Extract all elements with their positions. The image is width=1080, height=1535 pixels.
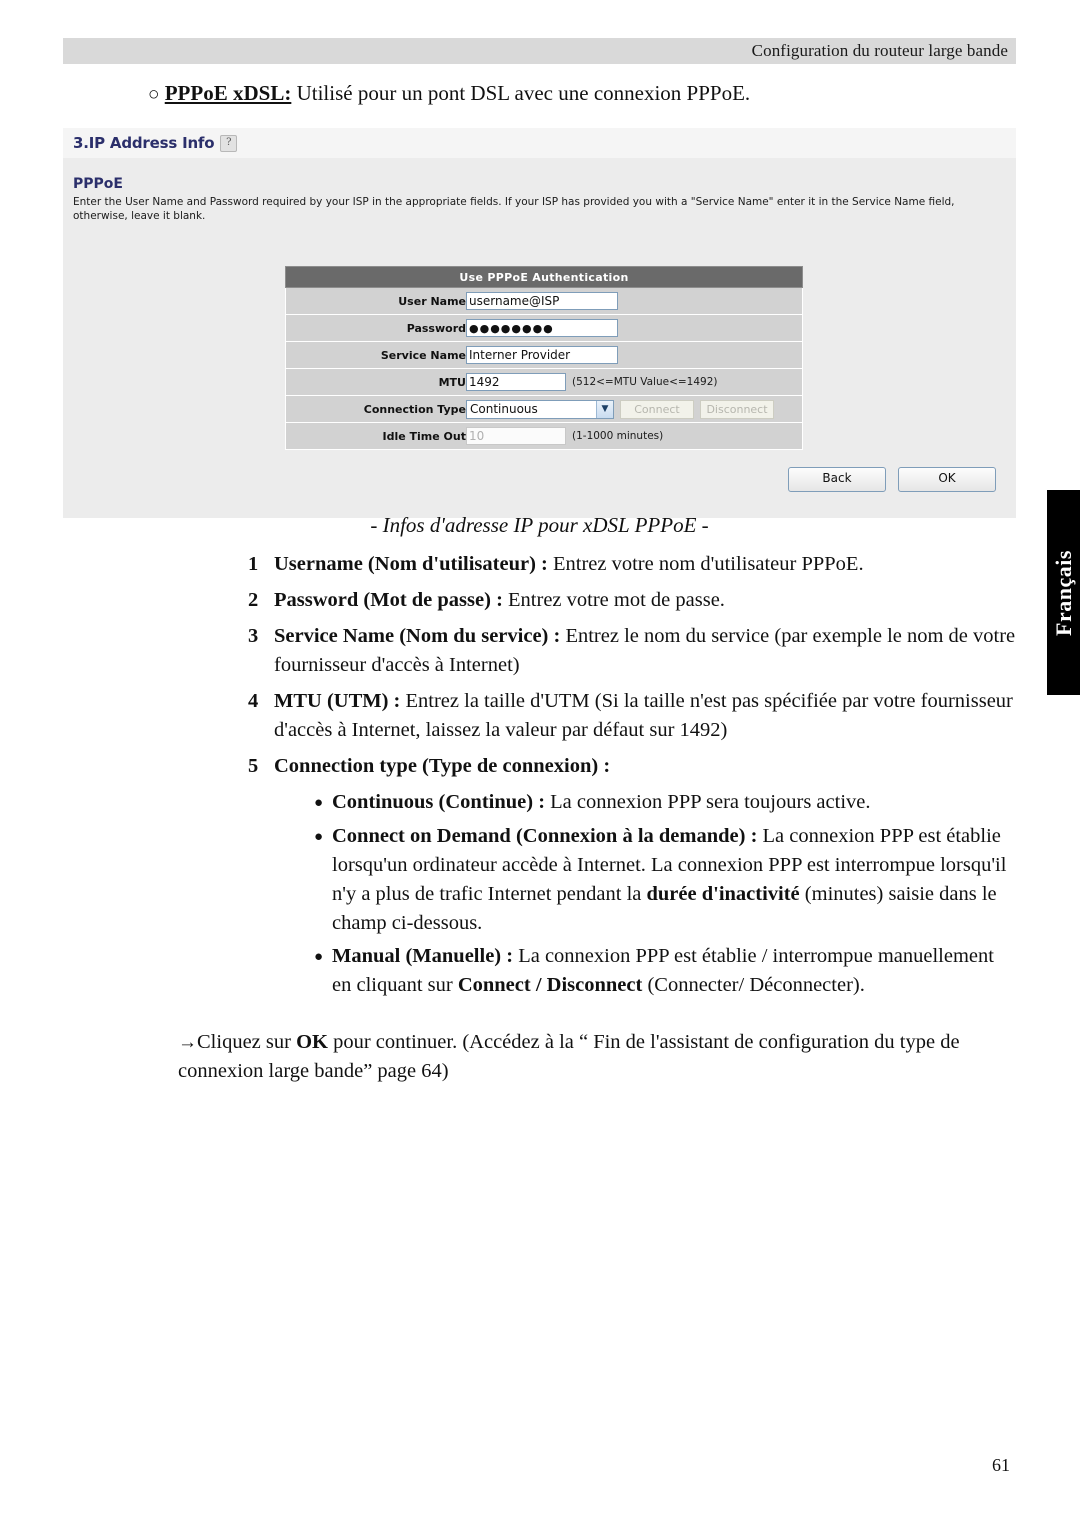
next-step-ok-label: OK: [296, 1031, 328, 1053]
bullet-term-2: Connect / Disconnect: [457, 974, 643, 996]
connect-button[interactable]: Connect: [620, 399, 694, 419]
password-label: Password: [285, 314, 466, 342]
mtu-label: MTU: [285, 368, 466, 396]
step-number: 4: [248, 690, 259, 712]
bullet-dot-icon: ●: [314, 949, 324, 965]
next-step-note: →Cliquez sur OK pour continuer. (Accédez…: [178, 1028, 1023, 1086]
user-name-label: User Name: [285, 287, 466, 315]
table-row: Connection Type Continuous ▼ Connect Dis…: [285, 395, 803, 423]
step-number: 3: [248, 625, 259, 647]
panel-button-row: Back OK: [788, 467, 996, 492]
table-row: Service Name Interner Provider: [285, 341, 803, 369]
step-number: 5: [248, 755, 259, 777]
running-header-text: Configuration du routeur large bande: [751, 41, 1008, 60]
figure-caption: - Infos d'adresse IP pour xDSL PPPoE -: [370, 513, 709, 537]
idle-time-out-input[interactable]: 10: [466, 427, 566, 445]
service-name-cell: Interner Provider: [466, 341, 803, 369]
list-item: 5 Connection type (Type de connexion) :: [248, 752, 1018, 781]
idle-time-out-cell: 10 (1-1000 minutes): [466, 422, 803, 450]
idle-time-out-hint: (1-1000 minutes): [572, 430, 664, 442]
intro-rest: Utilisé pour un pont DSL avec une connex…: [291, 81, 751, 105]
user-name-cell: username@ISP: [466, 287, 803, 315]
table-row: User Name username@ISP: [285, 287, 803, 315]
arrow-right-icon: →: [178, 1032, 197, 1053]
chevron-down-icon[interactable]: ▼: [596, 400, 613, 418]
ok-button[interactable]: OK: [898, 467, 996, 492]
bullet-term-2: durée d'inactivité: [646, 883, 800, 905]
idle-time-out-label: Idle Time Out: [285, 422, 466, 450]
list-item: ● Connect on Demand (Connexion à la dema…: [314, 822, 1018, 938]
bullet-term: Continuous (Continue) :: [332, 791, 546, 813]
step-body: Password (Mot de passe) : Entrez votre m…: [274, 586, 1018, 615]
bullet-dot-icon: ●: [314, 795, 324, 811]
mtu-cell: 1492 (512<=MTU Value<=1492): [466, 368, 803, 396]
bullet-body: Connect on Demand (Connexion à la demand…: [332, 822, 1018, 938]
bullet-text: La connexion PPP sera toujours active.: [545, 791, 871, 813]
list-item: 1 Username (Nom d'utilisateur) : Entrez …: [248, 550, 1018, 579]
instruction-list: 1 Username (Nom d'utilisateur) : Entrez …: [248, 550, 1018, 1004]
connection-type-options: ● Continuous (Continue) : La connexion P…: [248, 788, 1018, 1000]
disconnect-button[interactable]: Disconnect: [700, 399, 774, 419]
pppoe-section-text: Enter the User Name and Password require…: [73, 196, 955, 222]
step-text: Entrez votre nom d'utilisateur PPPoE.: [547, 553, 864, 575]
list-item: 2 Password (Mot de passe) : Entrez votre…: [248, 586, 1018, 615]
password-input[interactable]: ●●●●●●●●: [466, 319, 618, 337]
user-name-input[interactable]: username@ISP: [466, 292, 618, 310]
step-body: Connection type (Type de connexion) :: [274, 752, 1018, 781]
form-header-row: Use PPPoE Authentication: [285, 266, 803, 288]
form-header-label: Use PPPoE Authentication: [285, 266, 803, 288]
step-term: Username (Nom d'utilisateur) :: [274, 553, 548, 575]
panel-header: 3.IP Address Info ?: [63, 128, 1016, 158]
service-name-input[interactable]: Interner Provider: [466, 346, 618, 364]
step-body: Service Name (Nom du service) : Entrez l…: [274, 622, 1018, 680]
step-body: Username (Nom d'utilisateur) : Entrez vo…: [274, 550, 1018, 579]
pppoe-section-title: PPPoE: [73, 176, 123, 192]
mtu-hint: (512<=MTU Value<=1492): [572, 376, 718, 388]
connection-type-label: Connection Type: [285, 395, 466, 423]
mtu-input[interactable]: 1492: [466, 373, 566, 391]
step-number: 2: [248, 589, 259, 611]
next-step-pre: Cliquez sur: [197, 1031, 297, 1053]
hollow-circle-bullet-icon: ○: [148, 84, 160, 105]
service-name-label: Service Name: [285, 341, 466, 369]
table-row: Idle Time Out 10 (1-1000 minutes): [285, 422, 803, 450]
step-text: Entrez votre mot de passe.: [502, 589, 725, 611]
language-tab-francais: Français: [1047, 490, 1080, 695]
help-question-icon[interactable]: ?: [220, 134, 238, 152]
table-row: Password ●●●●●●●●: [285, 314, 803, 342]
list-item: 4 MTU (UTM) : Entrez la taille d'UTM (Si…: [248, 687, 1018, 745]
connection-type-cell: Continuous ▼ Connect Disconnect: [466, 395, 803, 423]
step-term: Connection type (Type de connexion) :: [274, 755, 611, 777]
bullet-body: Continuous (Continue) : La connexion PPP…: [332, 788, 1018, 818]
connection-type-select[interactable]: Continuous ▼: [466, 399, 614, 419]
running-header: Configuration du routeur large bande: [63, 38, 1016, 64]
intro-term: PPPoE xDSL:: [164, 81, 292, 105]
language-tab-label: Français: [1050, 549, 1076, 636]
page-number: 61: [992, 1455, 1010, 1475]
list-item: ● Continuous (Continue) : La connexion P…: [314, 788, 1018, 818]
panel-description-block: PPPoE Enter the User Name and Password r…: [73, 176, 1003, 223]
step-term: Service Name (Nom du service) :: [274, 625, 561, 647]
bullet-body: Manual (Manuelle) : La connexion PPP est…: [332, 942, 1018, 1000]
step-term: Password (Mot de passe) :: [274, 589, 503, 611]
panel-header-title: 3.IP Address Info: [73, 134, 215, 152]
step-term: MTU (UTM) :: [274, 690, 401, 712]
bullet-term: Manual (Manuelle) :: [332, 945, 514, 967]
bullet-dot-icon: ●: [314, 829, 324, 845]
table-row: MTU 1492 (512<=MTU Value<=1492): [285, 368, 803, 396]
connection-type-value: Continuous: [470, 402, 538, 416]
bullet-term: Connect on Demand (Connexion à la demand…: [332, 825, 758, 847]
list-item: ● Manual (Manuelle) : La connexion PPP e…: [314, 942, 1018, 1000]
step-body: MTU (UTM) : Entrez la taille d'UTM (Si l…: [274, 687, 1018, 745]
intro-paragraph: ○ PPPoE xDSL: Utilisé pour un pont DSL a…: [148, 78, 1028, 110]
router-config-screenshot: 3.IP Address Info ? PPPoE Enter the User…: [63, 128, 1016, 518]
back-button[interactable]: Back: [788, 467, 886, 492]
bullet-text-2: (Connecter/ Déconnecter).: [642, 974, 865, 996]
step-number: 1: [248, 553, 259, 575]
password-cell: ●●●●●●●●: [466, 314, 803, 342]
list-item: 3 Service Name (Nom du service) : Entrez…: [248, 622, 1018, 680]
pppoe-auth-form: Use PPPoE Authentication User Name usern…: [285, 266, 803, 450]
